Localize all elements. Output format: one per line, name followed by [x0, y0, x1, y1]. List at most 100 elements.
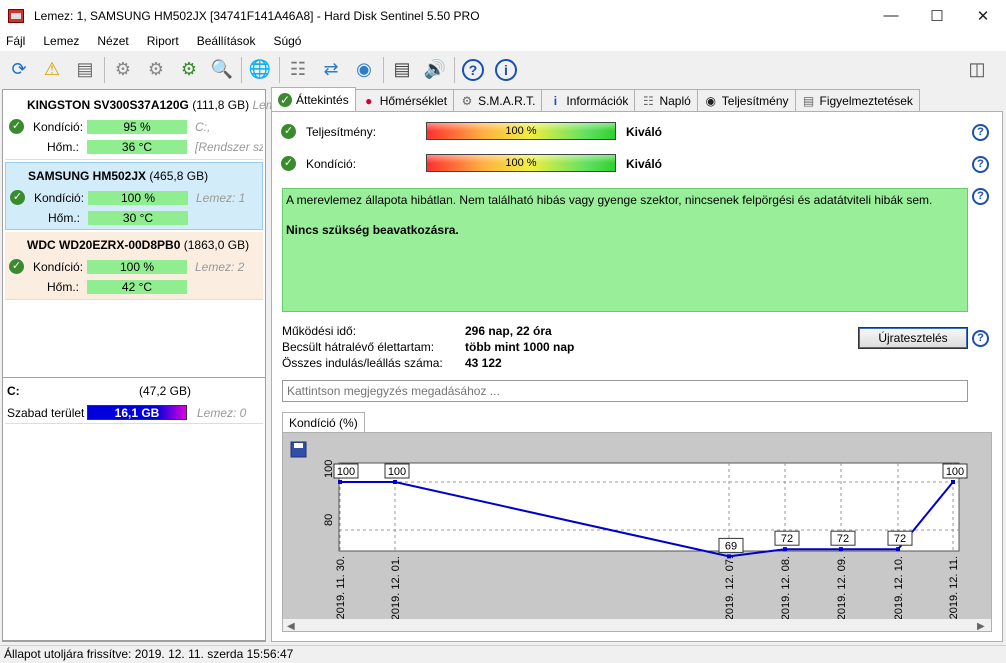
tab-information[interactable]: i Információk — [541, 89, 636, 111]
help-icon[interactable]: ? — [972, 124, 989, 141]
title-bar: Lemez: 1, SAMSUNG HM502JX [34741F141A46A… — [0, 0, 1006, 31]
ok-icon: ✓ — [10, 190, 25, 205]
data-point — [727, 554, 731, 559]
volume-disk: Lemez: 0 — [197, 406, 247, 420]
tab-smart[interactable]: ⚙ S.M.A.R.T. — [453, 89, 543, 111]
data-point — [393, 480, 397, 484]
warning-icon[interactable]: ⚠ — [38, 56, 66, 84]
status-bar: Állapot utoljára frissítve: 2019. 12. 11… — [0, 645, 1006, 663]
details-pane: ✓ Áttekintés ● Hőmérséklet ⚙ S.M.A.R.T. i In… — [271, 87, 1004, 642]
x-tick-label: 2019. 12. 07. — [724, 556, 736, 620]
menu-report[interactable]: Riport — [147, 34, 179, 48]
globe-icon[interactable]: 🌐 — [246, 56, 274, 84]
menu-disk[interactable]: Lemez — [43, 34, 79, 48]
check-icon: ✓ — [278, 92, 292, 107]
data-point — [783, 547, 787, 552]
save-icon — [294, 443, 303, 448]
data-label: 69 — [725, 540, 737, 552]
tab-log[interactable]: ☷ Napló — [634, 89, 698, 111]
chart-scrollbar — [283, 619, 991, 631]
data-label: 100 — [388, 466, 406, 478]
disk-name: KINGSTON SV300S37A120G (111,8 GB) Lem — [27, 98, 276, 112]
help-icon[interactable]: ? — [459, 56, 487, 84]
menu-help[interactable]: Súgó — [273, 34, 301, 48]
search-icon[interactable]: 🔍 — [208, 56, 236, 84]
disk-item-wdc[interactable]: WDC WD20EZRX-00D8PB0 (1863,0 GB) ✓ Kondíc… — [5, 232, 263, 300]
drive-tray-icon: ◫ — [968, 59, 986, 79]
data-point — [338, 480, 342, 484]
disk-name: SAMSUNG HM502JX (465,8 GB) — [28, 169, 209, 183]
volume-size: (47,2 GB) — [139, 384, 192, 398]
volume-item-c[interactable]: C: (47,2 GB) Szabad terület 16,1 GB Leme… — [5, 380, 263, 424]
x-tick-label: 2019. 12. 09. — [836, 556, 848, 620]
condition-bar: 100 % — [88, 191, 188, 205]
stat-value: 296 nap, 22 óra — [465, 324, 552, 338]
maximize-button[interactable]: ☐ — [914, 0, 960, 31]
tab-temperature[interactable]: ● Hőmérséklet — [354, 89, 455, 111]
close-button[interactable]: ✕ — [960, 0, 1006, 31]
retest-button[interactable]: Újratesztelés — [858, 327, 968, 349]
help-icon[interactable]: ? — [972, 156, 989, 173]
volume-name: C: — [7, 384, 20, 398]
disk-item-samsung[interactable]: SAMSUNG HM502JX (465,8 GB) ✓ Kondíció: 100… — [5, 162, 263, 230]
monitor-icon[interactable]: ▤ — [388, 56, 416, 84]
minimize-button[interactable]: — — [868, 0, 914, 31]
menu-file[interactable]: Fájl — [6, 34, 25, 48]
disk-item-kingston[interactable]: KINGSTON SV300S37A120G (111,8 GB) Lem ✓ K… — [5, 92, 276, 160]
test-icon[interactable]: ⚙ — [109, 56, 137, 84]
stats: Működési idő: 296 nap, 22 óra Becsült hát… — [282, 324, 682, 372]
stat-label: Összes indulás/leállás száma: — [282, 356, 443, 370]
smart-icon: ⚙ — [461, 93, 473, 108]
chart-panel: 80 100 2019. 11. 30. 2019. 12. 01. 2019. 12.… — [282, 432, 992, 632]
performance-rating: Kiváló — [626, 125, 663, 139]
info-icon: i — [553, 93, 558, 108]
menu-view[interactable]: Nézet — [97, 34, 128, 48]
window-title: Lemez: 1, SAMSUNG HM502JX [34741F141A46A… — [34, 8, 480, 23]
data-point — [951, 480, 955, 484]
report-icon[interactable]: ☷ — [284, 56, 312, 84]
comment-input[interactable] — [282, 380, 968, 402]
app-icon — [8, 8, 24, 23]
condition-rating: Kiváló — [626, 157, 663, 171]
ok-icon: ✓ — [281, 156, 296, 171]
status-message-box: A merevlemez állapota hibátlan. Nem talá… — [282, 188, 968, 312]
help-icon[interactable]: ? — [972, 330, 989, 347]
temp-bar: 42 °C — [87, 280, 187, 294]
ok-icon: ✓ — [9, 119, 24, 134]
data-point — [896, 547, 900, 552]
menu-bar: Fájl Lemez Nézet Riport Beállítások Súgó — [0, 31, 1006, 51]
refresh-icon[interactable]: ⟳ — [5, 56, 33, 84]
log-icon: ☷ — [643, 93, 654, 108]
stat-label: Működési idő: — [282, 324, 357, 338]
tab-performance[interactable]: ◉ Teljesítmény — [696, 89, 796, 111]
data-label: 100 — [946, 466, 964, 478]
network-icon[interactable]: ◉ — [350, 56, 378, 84]
condition-bar: 100 % — [87, 260, 187, 274]
data-label: 72 — [781, 533, 793, 545]
test-ok-icon[interactable]: ⚙ — [175, 56, 203, 84]
stat-value: több mint 1000 nap — [465, 340, 575, 354]
scroll-left-icon: ◀ — [287, 621, 295, 631]
performance-bar: 100 % — [426, 122, 616, 140]
data-point — [839, 547, 843, 552]
sound-icon[interactable]: 🔊 — [421, 56, 449, 84]
test-check-icon[interactable]: ⚙ — [142, 56, 170, 84]
tab-overview[interactable]: ✓ Áttekintés — [271, 87, 356, 111]
x-tick-label: 2019. 12. 10. — [893, 556, 905, 620]
help-icon[interactable]: ? — [972, 188, 989, 205]
chart-tab[interactable]: Kondíció (%) — [282, 412, 365, 432]
action-message: Nincs szükség beavatkozásra. — [286, 223, 459, 237]
sync-icon[interactable]: ⇄ — [317, 56, 345, 84]
x-tick-label: 2019. 12. 11. — [948, 556, 960, 619]
disk-icon[interactable]: ▤ — [71, 56, 99, 84]
info-icon[interactable]: i — [492, 56, 520, 84]
y-tick-label: 80 — [323, 514, 335, 526]
data-label: 100 — [337, 466, 355, 478]
data-label: 72 — [837, 533, 849, 545]
x-tick-label: 2019. 12. 01. — [390, 556, 402, 620]
menu-settings[interactable]: Beállítások — [197, 34, 256, 48]
tab-bar: ✓ Áttekintés ● Hőmérséklet ⚙ S.M.A.R.T. i In… — [271, 87, 920, 111]
stat-label: Becsült hátralévő élettartam: — [282, 340, 435, 354]
tab-alerts[interactable]: ▤ Figyelmeztetések — [794, 89, 920, 111]
data-label: 72 — [894, 533, 906, 545]
